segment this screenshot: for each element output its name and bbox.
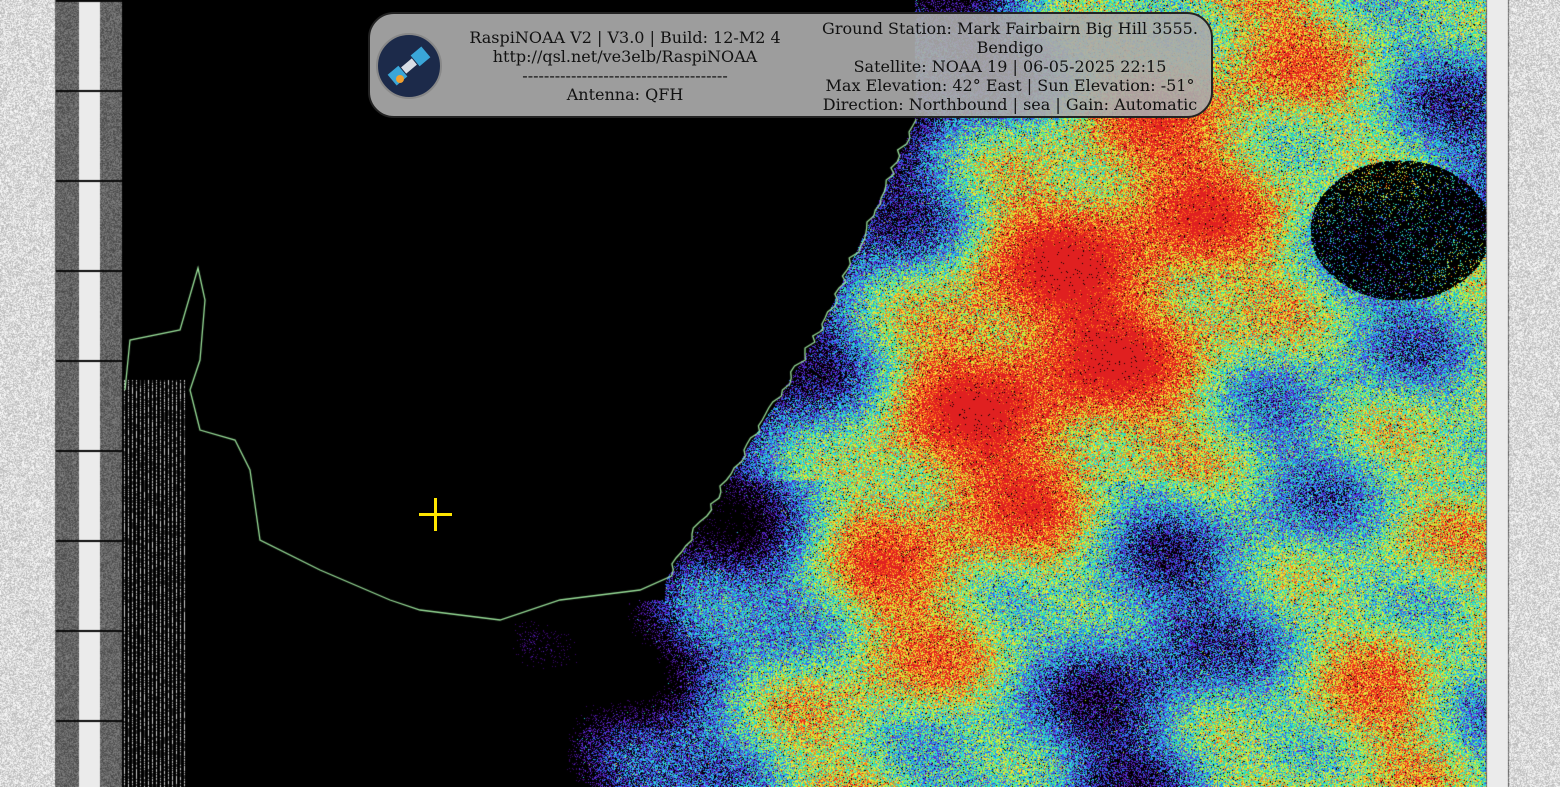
- ground-station: Ground Station: Mark Fairbairn Big Hill …: [822, 19, 1198, 38]
- satellite-and-time: Satellite: NOAA 19 | 06-05-2025 22:15: [853, 57, 1167, 76]
- satellite-false-color-image: [0, 0, 1560, 787]
- satellite-icon: [376, 33, 442, 99]
- antenna-info: Antenna: QFH: [566, 85, 684, 104]
- software-url: http://qsl.net/ve3elb/RaspiNOAA: [492, 47, 758, 66]
- pass-details: Ground Station: Mark Fairbairn Big Hill …: [810, 19, 1210, 114]
- software-version: RaspiNOAA V2 | V3.0 | Build: 12-M2 4: [469, 28, 781, 47]
- ground-station-location: Bendigo: [976, 38, 1044, 57]
- crosshair-icon: [419, 498, 452, 531]
- direction-info: Direction: Northbound | sea | Gain: Auto…: [822, 95, 1198, 114]
- software-info: RaspiNOAA V2 | V3.0 | Build: 12-M2 4 htt…: [460, 28, 790, 104]
- separator-line: --------------------------------------: [522, 66, 728, 85]
- pass-info-overlay: RaspiNOAA V2 | V3.0 | Build: 12-M2 4 htt…: [368, 12, 1213, 118]
- elevation-info: Max Elevation: 42° East | Sun Elevation:…: [825, 76, 1195, 95]
